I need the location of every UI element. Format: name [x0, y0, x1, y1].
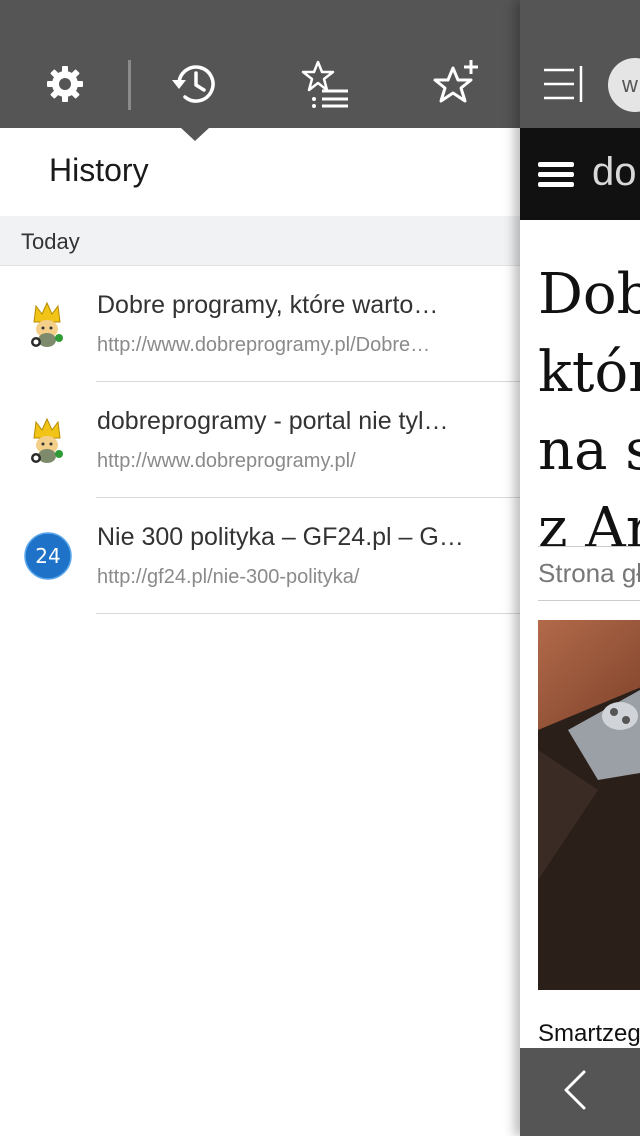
- history-item-title: Nie 300 polityka – GF24.pl – G…: [97, 523, 464, 551]
- history-list: Dobre programy, które warto… http://www.…: [0, 266, 520, 614]
- history-button[interactable]: [165, 56, 225, 112]
- article-hero-image: [538, 620, 640, 990]
- article-caption: Smartzeg: [538, 1020, 640, 1047]
- dobreprogramy-favicon-icon: [31, 301, 63, 347]
- browser-toolbar: w: [520, 0, 640, 128]
- section-header-today: Today: [0, 216, 520, 266]
- history-item[interactable]: 24 Nie 300 polityka – GF24.pl – G… http:…: [0, 498, 520, 614]
- history-item-url: http://www.dobreprogramy.pl/: [97, 450, 356, 472]
- history-item[interactable]: dobreprogramy - portal nie tyl… http://w…: [0, 382, 520, 498]
- hero-image-graphic: [538, 620, 640, 990]
- reading-list-icon: [301, 60, 348, 108]
- browser-bottom-bar: [520, 1048, 640, 1136]
- breadcrumb[interactable]: Strona gł: [538, 558, 640, 589]
- svg-text:24: 24: [35, 544, 60, 568]
- history-item-title: dobreprogramy - portal nie tyl…: [97, 407, 449, 435]
- add-favorite-button[interactable]: [425, 56, 485, 112]
- gear-icon: [47, 66, 83, 102]
- section-header-label: Today: [21, 229, 80, 254]
- gf24-favicon-icon: 24: [24, 532, 72, 580]
- panel-title: History: [49, 152, 149, 188]
- divider: [538, 546, 640, 547]
- history-item[interactable]: Dobre programy, które warto… http://www.…: [0, 266, 520, 382]
- address-bar[interactable]: w: [608, 58, 640, 112]
- hub-panel: History Today Dobre programy, które wart…: [0, 0, 520, 1136]
- add-favorite-icon: [433, 60, 478, 103]
- dobreprogramy-favicon-icon: [31, 417, 63, 463]
- toolbar-separator: [128, 60, 131, 110]
- site-header: do: [520, 128, 640, 220]
- back-arrow-icon[interactable]: [560, 1068, 590, 1112]
- history-item-title: Dobre programy, które warto…: [97, 291, 439, 319]
- reading-view-icon[interactable]: [542, 66, 584, 102]
- article-title[interactable]: Dob któr na s z Ar: [538, 256, 640, 568]
- history-item-url: http://www.dobreprogramy.pl/Dobre…: [97, 334, 431, 356]
- active-tab-indicator: [181, 128, 209, 141]
- reading-list-button[interactable]: [296, 56, 356, 112]
- hamburger-menu-icon[interactable]: [538, 160, 574, 188]
- list-divider: [96, 613, 520, 614]
- settings-button[interactable]: [35, 56, 95, 112]
- site-logo[interactable]: do: [592, 150, 637, 195]
- history-icon: [172, 65, 215, 103]
- divider: [538, 600, 640, 601]
- history-item-url: http://gf24.pl/nie-300-polityka/: [97, 566, 360, 588]
- background-webpage[interactable]: w do Dob któr na s z Ar Strona gł: [520, 0, 640, 1136]
- hub-toolbar: [0, 0, 520, 128]
